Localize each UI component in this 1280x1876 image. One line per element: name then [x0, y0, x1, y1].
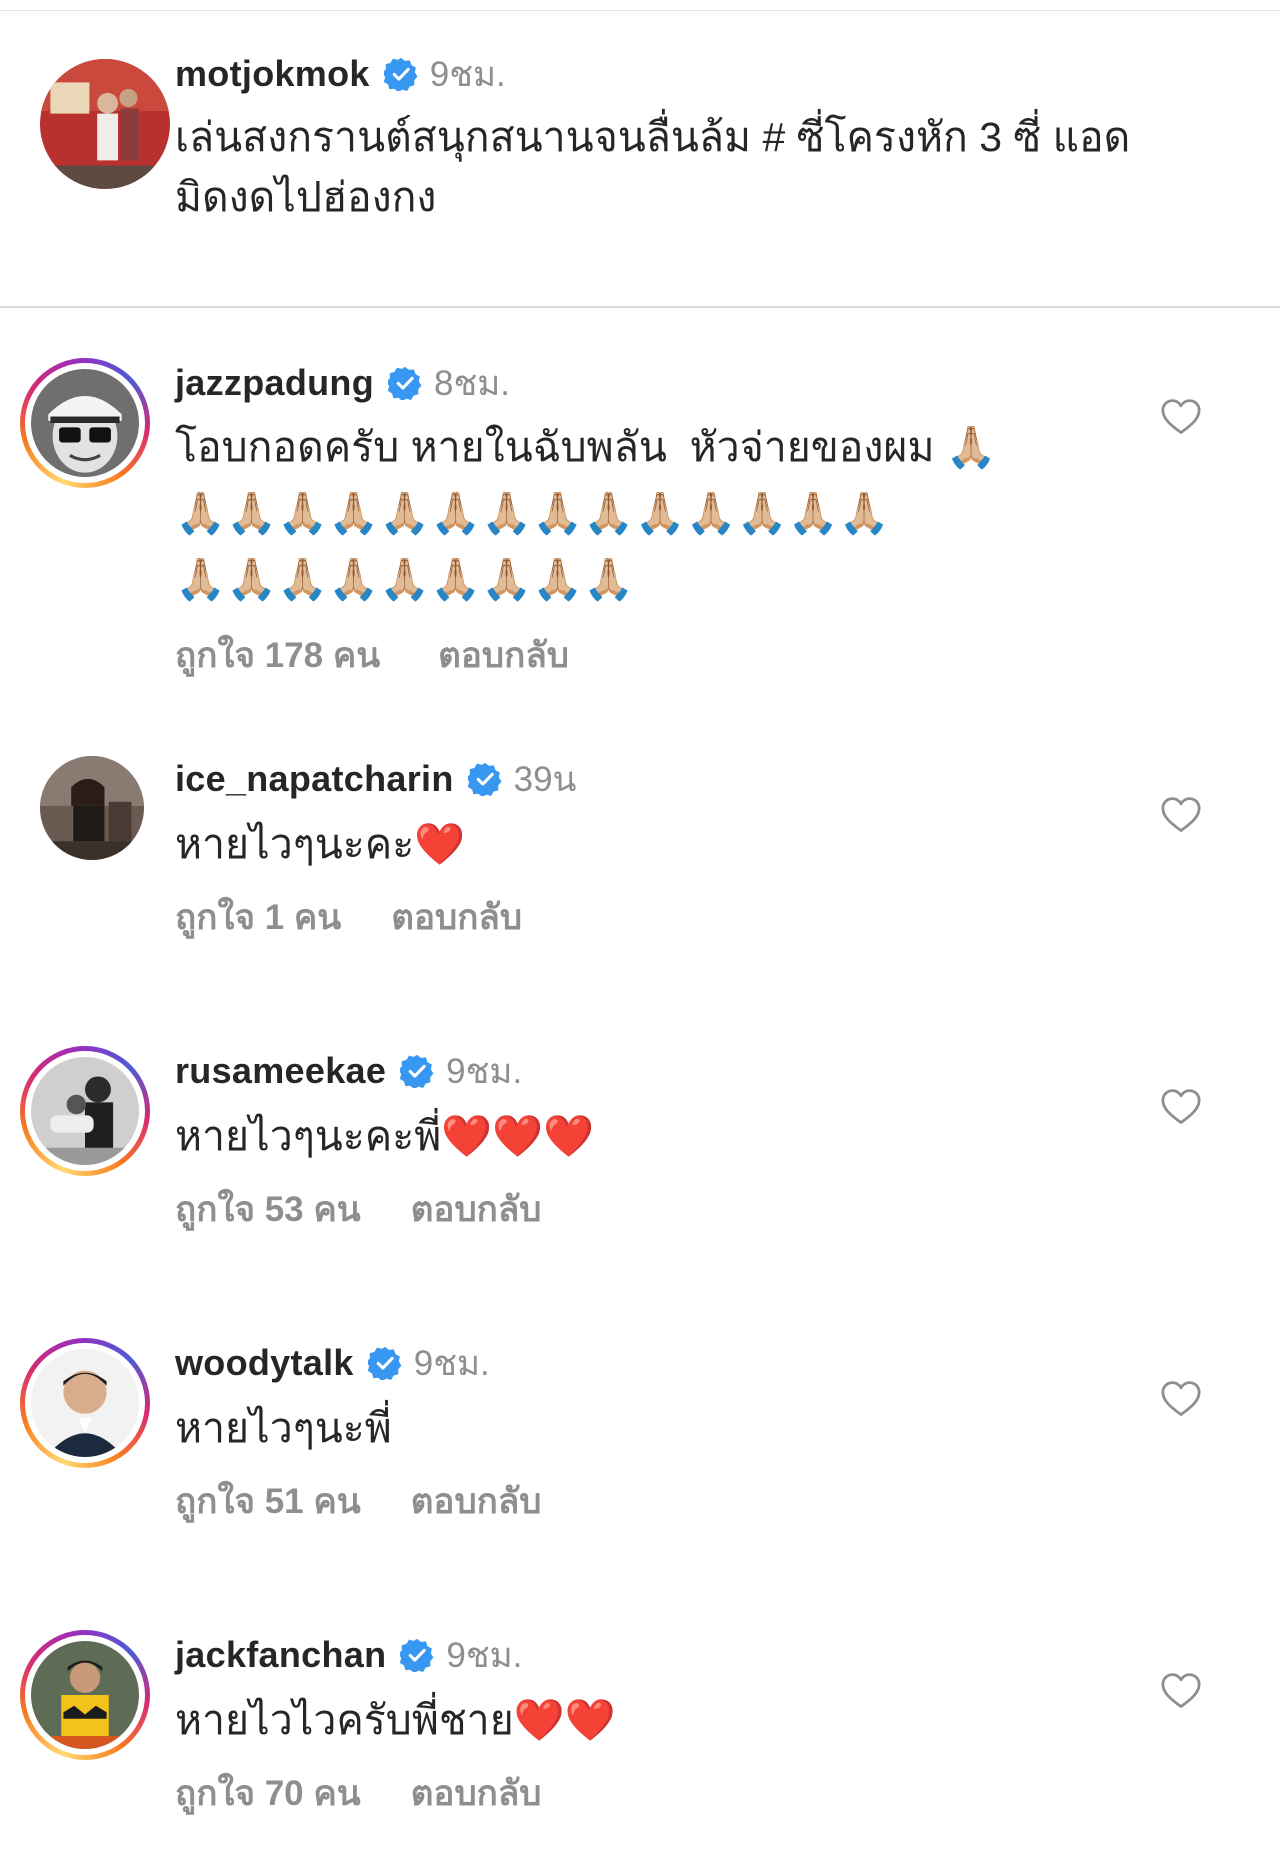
- reply-button[interactable]: ตอบกลับ: [438, 628, 569, 683]
- caption-avatar[interactable]: [40, 59, 170, 189]
- avatar: [31, 1057, 139, 1165]
- comment-text: หายไวๆนะคะ❤️: [175, 821, 466, 867]
- comment-avatar[interactable]: [40, 756, 144, 860]
- avatar: [31, 369, 139, 477]
- comment-text: หายไวๆนะพี่: [175, 1405, 392, 1451]
- reply-button[interactable]: ตอบกลับ: [411, 1766, 542, 1821]
- avatar: [40, 59, 170, 189]
- verified-badge-icon: [367, 1346, 402, 1380]
- heart-outline-icon[interactable]: [1160, 1672, 1202, 1710]
- caption-time: 9ชม.: [429, 54, 506, 94]
- verified-badge-icon: [383, 57, 418, 91]
- comment-time: 8ชม.: [434, 363, 511, 403]
- like-count[interactable]: ถูกใจ 178 คน: [175, 628, 380, 683]
- comment-text: หายไวไวครับพี่ชาย❤️❤️: [175, 1697, 616, 1743]
- verified-badge-icon: [400, 1638, 434, 1672]
- comment-username[interactable]: jazzpadung: [175, 362, 374, 404]
- comment-username[interactable]: jackfanchan: [175, 1634, 386, 1676]
- avatar: [31, 1641, 139, 1749]
- comment-avatar[interactable]: [20, 358, 150, 488]
- like-count[interactable]: ถูกใจ 51 คน: [175, 1474, 361, 1529]
- comment-text: หายไวๆนะคะพี่❤️❤️❤️: [175, 1113, 595, 1159]
- heart-outline-icon[interactable]: [1160, 1088, 1202, 1126]
- comments-page: motjokmok 9ชม. เล่นสงกรานต์สนุกสนานจนลื่…: [0, 0, 1280, 1876]
- reply-button[interactable]: ตอบกลับ: [391, 890, 522, 945]
- comment-time: 9ชม.: [413, 1343, 490, 1383]
- comment-time: 9ชม.: [446, 1051, 523, 1091]
- comment-avatar[interactable]: [20, 1046, 150, 1176]
- verified-badge-icon: [467, 762, 502, 796]
- heart-outline-icon[interactable]: [1160, 796, 1202, 834]
- reply-button[interactable]: ตอบกลับ: [411, 1474, 542, 1529]
- heart-outline-icon[interactable]: [1160, 398, 1202, 436]
- comment-time: 39น: [513, 759, 577, 799]
- reply-button[interactable]: ตอบกลับ: [411, 1182, 542, 1237]
- like-count[interactable]: ถูกใจ 70 คน: [175, 1766, 361, 1821]
- comment-username[interactable]: rusameekae: [175, 1050, 386, 1092]
- comment-username[interactable]: ice_napatcharin: [175, 758, 454, 800]
- comment-avatar[interactable]: [20, 1630, 150, 1760]
- caption-username[interactable]: motjokmok: [175, 53, 370, 95]
- comment-time: 9ชม.: [446, 1635, 523, 1675]
- heart-outline-icon[interactable]: [1160, 1380, 1202, 1418]
- avatar: [40, 756, 144, 860]
- verified-badge-icon: [388, 366, 422, 400]
- like-count[interactable]: ถูกใจ 53 คน: [175, 1182, 361, 1237]
- comment-username[interactable]: woodytalk: [175, 1342, 354, 1384]
- comment-avatar[interactable]: [20, 1338, 150, 1468]
- verified-badge-icon: [400, 1054, 434, 1088]
- comment-text: โอบกอดครับ หายในฉับพลัน หัวจ่ายของผม 🙏🏼 …: [175, 424, 997, 602]
- like-count[interactable]: ถูกใจ 1 คน: [175, 890, 341, 945]
- caption-text: เล่นสงกรานต์สนุกสนานจนลื่นล้ม # ซี่โครงห…: [175, 114, 1131, 220]
- post-caption: motjokmok 9ชม. เล่นสงกรานต์สนุกสนานจนลื่…: [0, 11, 1280, 307]
- caption-divider: [0, 306, 1280, 308]
- avatar: [31, 1349, 139, 1457]
